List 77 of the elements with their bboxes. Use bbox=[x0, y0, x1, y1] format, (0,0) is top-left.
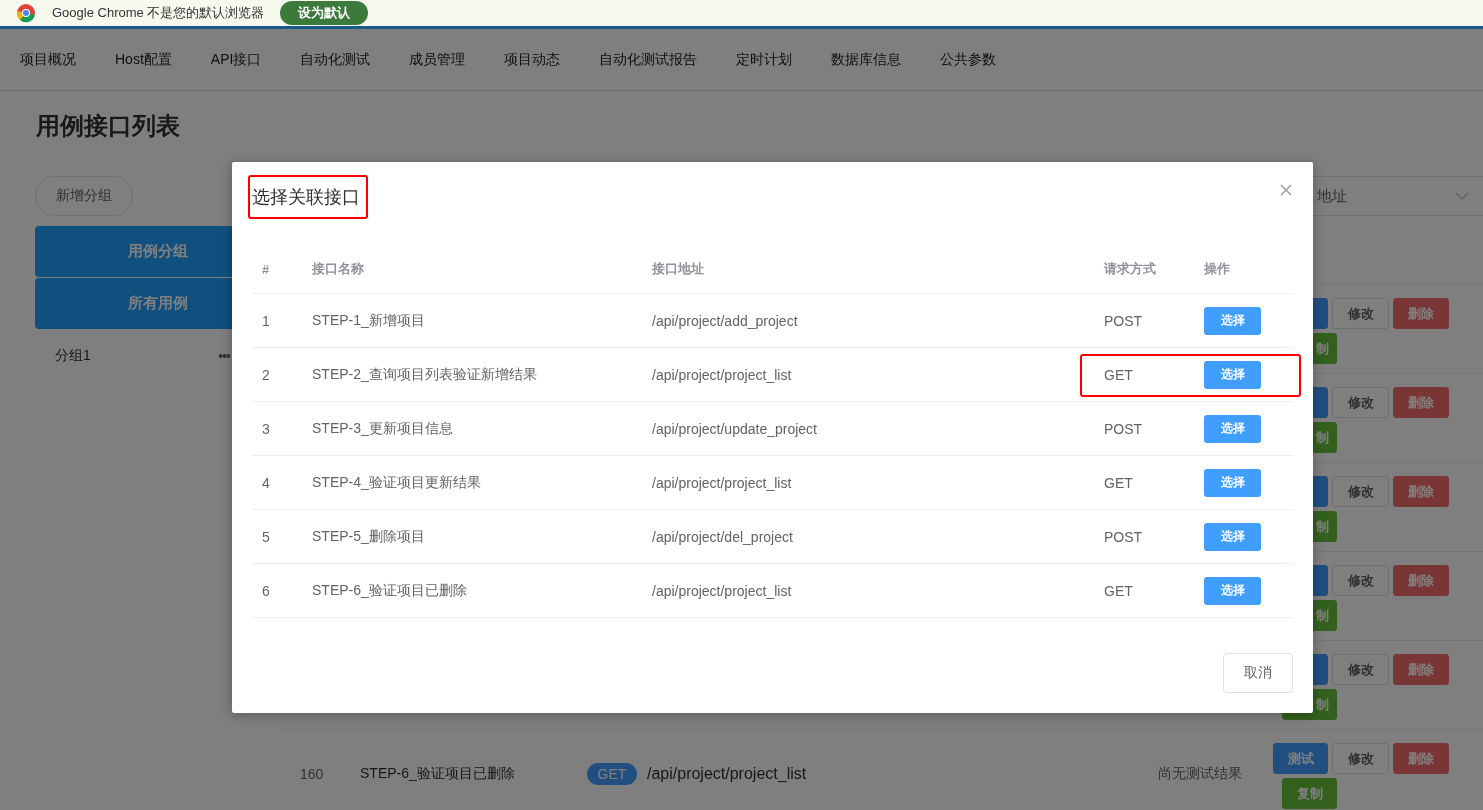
table-cell-text: GET bbox=[1103, 582, 1134, 599]
nav-item[interactable]: 项目动态 bbox=[504, 50, 561, 69]
column-header: # bbox=[261, 261, 271, 277]
add-group-button[interactable]: 新增分组 bbox=[35, 176, 133, 216]
delete-button[interactable]: 删除 bbox=[1393, 743, 1449, 774]
set-default-button[interactable]: 设为默认 bbox=[280, 1, 369, 25]
table-cell-text: STEP-1_新增项目 bbox=[311, 311, 426, 330]
select-button[interactable]: 选择 bbox=[1204, 414, 1261, 443]
nav-item[interactable]: 定时计划 bbox=[736, 50, 793, 69]
test-result: 尚无测试结果 bbox=[1158, 765, 1243, 783]
table-cell-text: STEP-6_验证项目已删除 bbox=[311, 581, 468, 600]
select-button[interactable]: 选择 bbox=[1204, 306, 1261, 335]
select-button[interactable]: 选择 bbox=[1204, 468, 1261, 497]
group-item[interactable]: 分组1 bbox=[55, 347, 91, 365]
method-badge: GET bbox=[587, 763, 637, 785]
select-button[interactable]: 选择 bbox=[1204, 522, 1261, 551]
dialog-title: 选择关联接口 bbox=[248, 175, 368, 219]
table-cell-text: /api/project/project_list bbox=[651, 474, 793, 491]
table-cell-text: /api/project/project_list bbox=[651, 582, 793, 599]
nav-item[interactable]: 公共参数 bbox=[940, 50, 997, 69]
chevron-down-icon bbox=[1455, 192, 1469, 200]
nav-item[interactable]: 自动化测试 bbox=[300, 50, 371, 69]
table-cell-text: 2 bbox=[261, 366, 271, 383]
column-header: 操作 bbox=[1203, 260, 1231, 278]
table-cell-text: POST bbox=[1103, 312, 1144, 329]
edit-button[interactable]: 修改 bbox=[1332, 743, 1389, 774]
nav-item[interactable]: 项目概况 bbox=[20, 50, 76, 69]
edit-button[interactable]: 修改 bbox=[1332, 387, 1389, 418]
more-menu[interactable]: ••• bbox=[218, 348, 230, 364]
table-cell-text: POST bbox=[1103, 420, 1144, 437]
nav-item[interactable]: Host配置 bbox=[115, 50, 172, 69]
table-cell-text: GET bbox=[1103, 474, 1134, 491]
table-cell-text: 4 bbox=[261, 474, 271, 491]
column-header: 接口地址 bbox=[651, 260, 705, 278]
table-cell-text: STEP-3_更新项目信息 bbox=[311, 419, 454, 438]
case-name: STEP-6_验证项目已删除 bbox=[360, 765, 516, 783]
column-header: 接口名称 bbox=[311, 260, 365, 278]
table-cell-text: GET bbox=[1103, 366, 1134, 383]
table-cell-text: STEP-4_验证项目更新结果 bbox=[311, 473, 482, 492]
table-cell-text: POST bbox=[1103, 528, 1144, 545]
nav-item[interactable]: 自动化测试报告 bbox=[599, 50, 698, 69]
table-cell-text: /api/project/update_project bbox=[651, 420, 818, 437]
delete-button[interactable]: 删除 bbox=[1393, 387, 1449, 418]
column-header: 请求方式 bbox=[1102, 260, 1157, 278]
close-icon bbox=[1280, 184, 1292, 196]
nav-item[interactable]: 数据库信息 bbox=[831, 50, 902, 69]
nav-item[interactable]: 成员管理 bbox=[409, 50, 466, 69]
edit-button[interactable]: 修改 bbox=[1332, 654, 1389, 685]
table-cell-text: /api/project/add_project bbox=[651, 312, 799, 329]
table-cell-text: 6 bbox=[261, 582, 271, 599]
edit-button[interactable]: 修改 bbox=[1332, 565, 1389, 596]
edit-button[interactable]: 修改 bbox=[1332, 298, 1389, 329]
infobar-message: Google Chrome 不是您的默认浏览器 bbox=[52, 4, 265, 22]
delete-button[interactable]: 删除 bbox=[1393, 476, 1449, 507]
row-index: 160 bbox=[300, 766, 325, 782]
browser-logo-icon bbox=[16, 3, 36, 23]
delete-button[interactable]: 删除 bbox=[1393, 298, 1449, 329]
edit-button[interactable]: 修改 bbox=[1332, 476, 1389, 507]
table-cell-text: /api/project/project_list bbox=[651, 366, 793, 383]
delete-button[interactable]: 删除 bbox=[1393, 565, 1449, 596]
table-cell-text: STEP-2_查询项目列表验证新增结果 bbox=[311, 365, 538, 384]
close-button[interactable] bbox=[1280, 184, 1292, 196]
page-title: 用例接口列表 bbox=[36, 111, 181, 141]
select-value: 地址 bbox=[1317, 186, 1347, 206]
select-button[interactable]: 选择 bbox=[1204, 576, 1261, 605]
table-cell-text: /api/project/del_project bbox=[651, 528, 794, 545]
delete-button[interactable]: 删除 bbox=[1393, 654, 1449, 685]
table-cell-text: 3 bbox=[261, 420, 271, 437]
test-button[interactable]: 测试 bbox=[1273, 743, 1328, 774]
api-path: /api/project/project_list bbox=[647, 765, 808, 783]
table-cell-text: 1 bbox=[261, 312, 271, 329]
copy-button[interactable]: 复制 bbox=[1282, 778, 1337, 809]
table-cell-text: 5 bbox=[261, 528, 271, 545]
nav-item[interactable]: API接口 bbox=[210, 50, 262, 69]
table-cell-text: STEP-5_删除项目 bbox=[311, 527, 426, 546]
select-button[interactable]: 选择 bbox=[1204, 360, 1261, 389]
cancel-button[interactable]: 取消 bbox=[1223, 653, 1293, 693]
